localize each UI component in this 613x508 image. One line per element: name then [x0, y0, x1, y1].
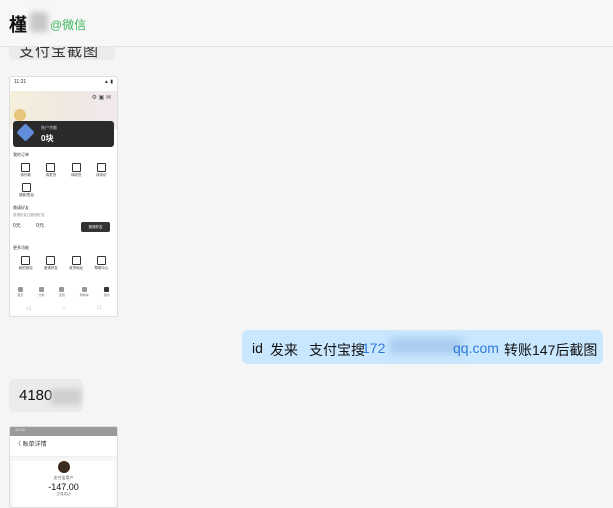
thumb-tabbar: 首页 分类 发现 购物车 我的 — [10, 286, 117, 300]
invite-num: 0元 — [13, 223, 21, 229]
avatar — [14, 109, 26, 121]
chat-header: 槿 @微信 — [0, 0, 613, 47]
thumb-status-bar: 11:21 ▲ ▮ — [10, 77, 117, 91]
grid-item: 待发货 — [46, 163, 56, 178]
status-time: 11:21 — [14, 79, 27, 85]
thumb-nav-title: 〈 账单详情 — [10, 436, 117, 457]
wallet-card: 账户余额 0块 — [13, 121, 114, 147]
back-icon: ◁ — [25, 305, 31, 312]
home-icon: ○ — [62, 305, 66, 311]
orders-grid-row2: 退款/售后 — [13, 183, 114, 198]
invite-num: 0元 — [36, 223, 44, 229]
grid-item: 我的钱包 — [19, 256, 33, 271]
settings-icon: ⚙ ▣ ✉ — [91, 95, 111, 101]
message-text: 支付宝搜 — [309, 342, 365, 358]
email-link-suffix[interactable]: qq.com — [453, 340, 499, 356]
transaction-status: 交易成功 — [56, 492, 71, 496]
message-text: 发来 — [270, 342, 298, 358]
message-bubble-number[interactable]: 4180 — [9, 379, 83, 412]
screenshot-thumbnail-transfer[interactable]: 11:23 〈 账单详情 支付宝用户 -147.00 交易成功 — [9, 426, 118, 508]
invite-button: 邀请好友 — [81, 222, 110, 232]
orders-grid: 待付款 待发货 待收货 待评价 — [13, 163, 114, 178]
amount: -147.00 — [48, 482, 79, 492]
section-title: 邀请好友 — [13, 205, 29, 210]
grid-item: 帮助中心 — [94, 256, 108, 271]
grid-item: 待付款 — [20, 163, 31, 178]
recent-icon: □ — [97, 305, 102, 311]
avatar — [57, 461, 70, 473]
redacted-digits — [51, 389, 81, 405]
thumb-status-bar: 11:23 — [10, 427, 117, 436]
screenshot-thumbnail-profile[interactable]: 11:21 ▲ ▮ ⚙ ▣ ✉ 账户余额 0块 我的订单 待付款 待发货 待收货… — [9, 76, 118, 317]
features-grid: 我的钱包 邀请好友 收货地址 帮助中心 — [13, 256, 114, 271]
tab-item: 分类 — [38, 286, 44, 300]
tab-item: 发现 — [59, 286, 65, 300]
chat-title[interactable]: 槿 — [9, 11, 27, 37]
chat-source-tag: @微信 — [50, 18, 87, 32]
tab-item: 购物车 — [80, 286, 89, 300]
section-desc: 邀请好友注册领红包 — [13, 213, 45, 217]
grid-item: 退款/售后 — [19, 183, 34, 198]
grid-item: 待收货 — [71, 163, 81, 178]
payee-name: 支付宝用户 — [53, 475, 74, 480]
features-section: 更多功能 我的钱包 邀请好友 收货地址 帮助中心 — [13, 245, 114, 271]
badge-icon — [16, 123, 35, 142]
grid-item: 待评价 — [96, 163, 107, 178]
section-title: 我的订单 — [13, 152, 29, 157]
wallet-label: 账户余额 — [41, 125, 57, 130]
section-title: 更多功能 — [13, 245, 29, 250]
tab-item: 我的 — [104, 286, 110, 300]
message-text: 转账147后截图 — [504, 342, 598, 358]
email-link-prefix[interactable]: 172 — [362, 340, 385, 356]
invite-section: 邀请好友 邀请好友注册领红包 0元 0元 邀请好友 — [13, 205, 114, 237]
wallet-value: 0块 — [41, 134, 54, 143]
grid-item: 收货地址 — [69, 256, 83, 271]
status-icons: ▲ ▮ — [103, 79, 113, 85]
message-text: id — [252, 340, 263, 356]
grid-item: 邀请好友 — [44, 256, 58, 271]
redacted-email — [390, 338, 462, 354]
orders-section: 我的订单 待付款 待发货 待收货 待评价 退款/售后 — [13, 152, 114, 198]
tab-item: 首页 — [17, 286, 23, 300]
message-bubble-outgoing[interactable]: id 发来 支付宝搜 172 qq.com 转账147后截图 — [242, 330, 603, 364]
thumb-system-nav: ◁ ○ □ — [10, 300, 117, 316]
redacted-name — [30, 12, 48, 32]
message-text: 4180 — [19, 387, 53, 404]
